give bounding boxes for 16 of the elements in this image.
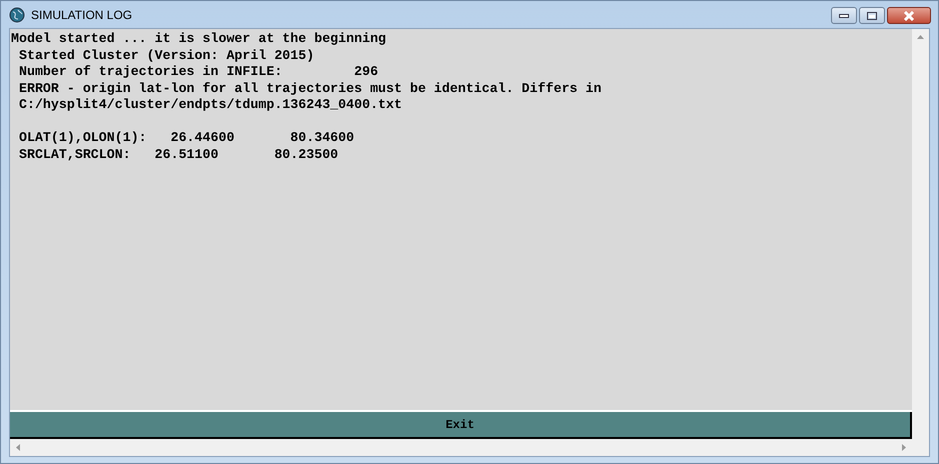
log-line: ERROR - origin lat-lon for all trajectories must be identical. Differs in	[18, 80, 602, 97]
exit-button[interactable]: Exit	[10, 412, 912, 439]
log-line: Started Cluster (Version: April 2015)	[18, 48, 314, 64]
log-line: C:/hysplit4/cluster/endpts/tdump.136243_0400.txt	[18, 97, 402, 114]
globe-icon	[9, 6, 25, 22]
log-line: Model started ... it is slower at the beginning	[11, 31, 386, 48]
log-line: Number of trajectories in INFILE: 296	[18, 64, 378, 80]
log-line: SRCLAT,SRCLON: 26.51100 80.23500	[18, 146, 338, 163]
log-line: OLAT(1),OLON(1): 26.44600 80.34600	[18, 130, 354, 146]
window-title: SIMULATION LOG	[31, 8, 132, 22]
maximize-button[interactable]	[859, 7, 885, 24]
minimize-button[interactable]	[831, 7, 857, 24]
close-button[interactable]	[887, 7, 931, 24]
close-icon	[903, 10, 915, 20]
minimize-icon	[839, 14, 849, 18]
maximize-icon	[867, 12, 877, 20]
